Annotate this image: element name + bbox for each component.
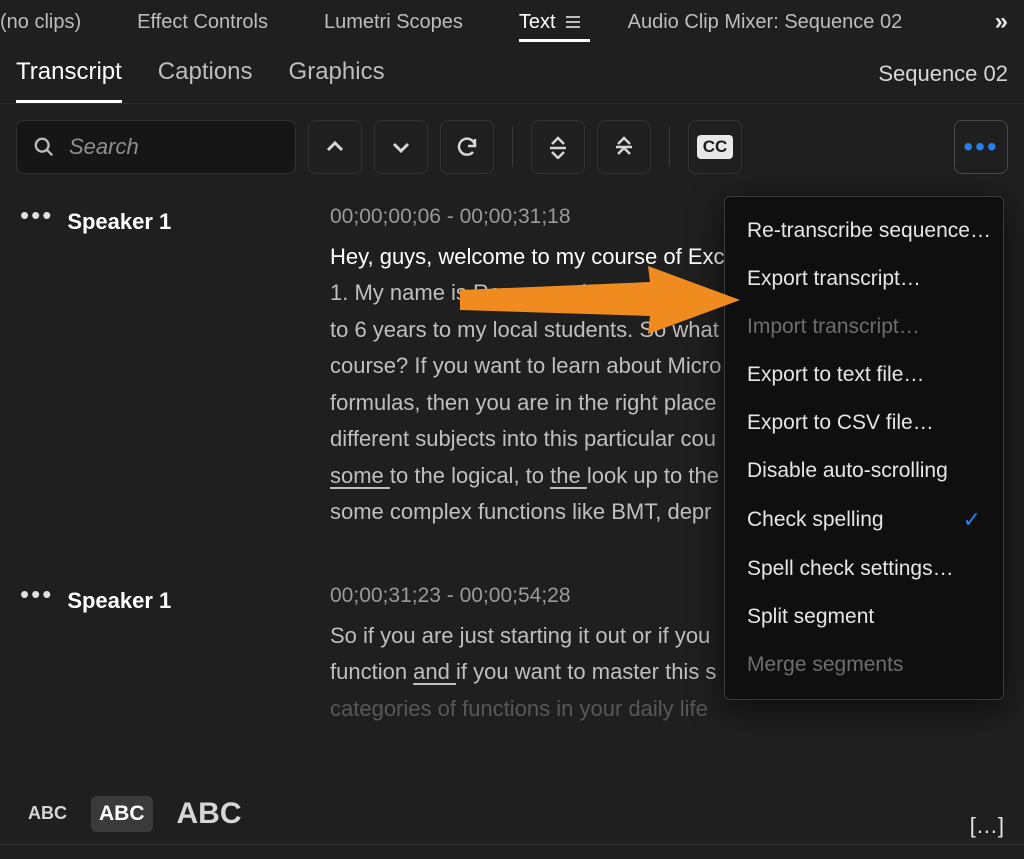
text-size-large[interactable]: ABC [169,791,250,837]
merge-up-icon [546,135,570,159]
tab-text[interactable]: Text [519,3,590,42]
text-panel-subtabs: Transcript Captions Graphics Sequence 02 [0,44,1024,104]
checkmark-icon: ✓ [963,507,981,533]
menu-retranscribe[interactable]: Re-transcribe sequence… [725,207,1003,255]
toolbar-divider [512,127,513,167]
tab-effect-controls[interactable]: Effect Controls [137,3,286,42]
text-size-medium[interactable]: ABC [91,796,153,832]
chevron-down-icon [389,135,413,159]
search-placeholder: Search [69,134,139,160]
transcript-options-menu: Re-transcribe sequence… Export transcrip… [724,196,1004,700]
overflow-tabs-icon[interactable]: » [983,8,1020,36]
segment-line: some complex functions like BMT, depr [330,499,712,524]
merge-down-icon [612,135,636,159]
chevron-up-icon [323,135,347,159]
menu-merge-segments: Merge segments [725,641,1003,689]
panel-menu-icon[interactable] [566,16,580,28]
transcript-toolbar: Search CC ••• [0,104,1024,184]
segment-line: course? If you want to learn about Micro [330,353,721,378]
prev-result-button[interactable] [308,120,362,174]
cc-button[interactable]: CC [688,120,742,174]
segment-line: different subjects into this particular … [330,426,716,451]
speaker-label[interactable]: Speaker 1 [67,204,171,241]
pause-indicator[interactable]: […] [970,813,1004,839]
subtab-graphics[interactable]: Graphics [289,58,385,103]
menu-export-csv-file[interactable]: Export to CSV file… [725,399,1003,447]
menu-spell-check-settings[interactable]: Spell check settings… [725,545,1003,593]
refresh-icon [455,135,479,159]
refresh-button[interactable] [440,120,494,174]
tab-no-clips[interactable]: (no clips) [0,3,99,42]
cc-label: CC [697,135,734,159]
search-icon [33,136,55,158]
text-size-small[interactable]: ABC [20,797,75,830]
tab-text-label: Text [519,11,556,34]
segment-line: Hey, guys, welcome to my course of Exc [330,244,725,269]
segment-word: the [550,463,587,488]
toolbar-divider [669,127,670,167]
menu-export-text-file[interactable]: Export to text file… [725,351,1003,399]
menu-export-transcript[interactable]: Export transcript… [725,255,1003,303]
sequence-name: Sequence 02 [878,61,1008,101]
segment-line: to 6 years to my local students. So what [330,317,719,342]
speaker-label[interactable]: Speaker 1 [67,583,171,620]
menu-check-spelling[interactable]: Check spelling✓ [725,495,1003,545]
segment-line: categories of functions in your daily li… [330,696,708,721]
menu-disable-autoscroll[interactable]: Disable auto-scrolling [725,447,1003,495]
panel-tab-bar: (no clips) Effect Controls Lumetri Scope… [0,0,1024,44]
segment-line: 1. My name is Roman and I teach yo [330,280,688,305]
segment-line: if you want to master this s [456,659,716,684]
segment-menu-icon[interactable]: ••• [20,208,53,222]
text-size-bar: ABC ABC ABC [0,783,1024,845]
tab-audio-clip-mixer[interactable]: Audio Clip Mixer: Sequence 02 [628,3,921,42]
subtab-captions[interactable]: Captions [158,58,253,103]
segment-line: function [330,659,413,684]
more-options-button[interactable]: ••• [954,120,1008,174]
segment-word: some [330,463,390,488]
subtab-transcript[interactable]: Transcript [16,58,122,103]
menu-split-segment[interactable]: Split segment [725,593,1003,641]
search-input[interactable]: Search [16,120,296,174]
segment-word: and [413,659,456,684]
segment-line: to the logical, to [390,463,550,488]
tab-lumetri-scopes[interactable]: Lumetri Scopes [324,3,481,42]
merge-up-button[interactable] [531,120,585,174]
segment-line: formulas, then you are in the right plac… [330,390,716,415]
segment-line: look up to the [587,463,719,488]
menu-import-transcript: Import transcript… [725,303,1003,351]
segment-menu-icon[interactable]: ••• [20,587,53,601]
segment-line: So if you are just starting it out or if… [330,623,710,648]
merge-down-button[interactable] [597,120,651,174]
next-result-button[interactable] [374,120,428,174]
